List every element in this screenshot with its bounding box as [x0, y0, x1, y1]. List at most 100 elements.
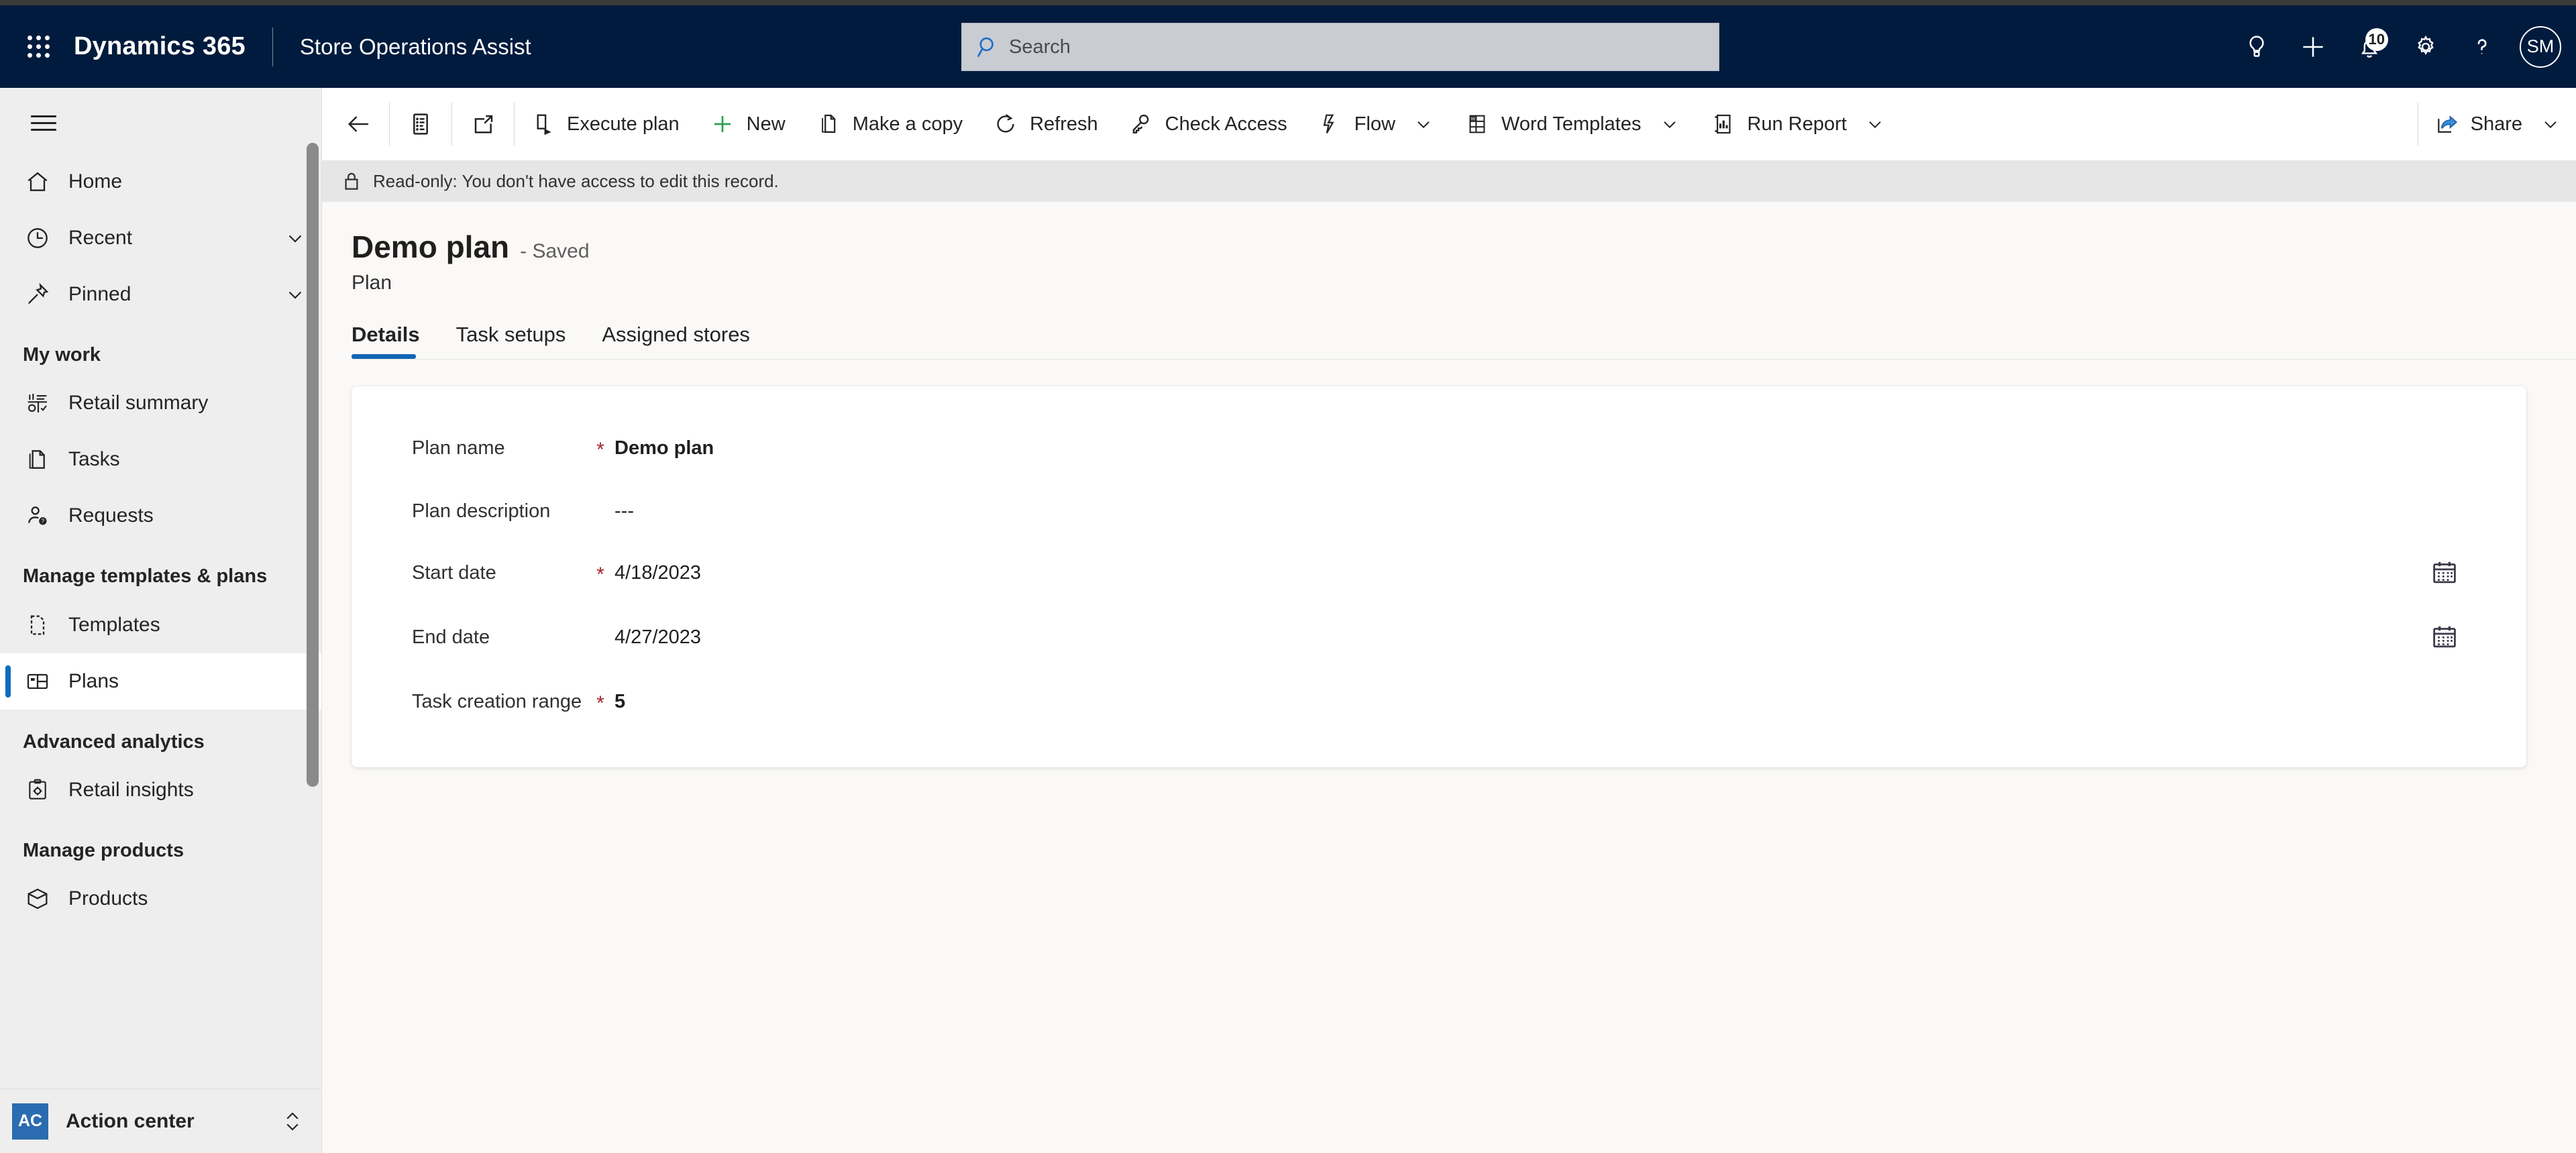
app-body: Home Recent Pinned My work Retail summar…	[0, 88, 2576, 1153]
readonly-banner: Read-only: You don't have access to edit…	[322, 160, 2576, 202]
action-center-label: Action center	[66, 1109, 195, 1132]
search-icon	[975, 34, 1001, 60]
header-divider	[272, 27, 273, 66]
sidebar-item-plans[interactable]: Plans	[0, 653, 321, 710]
field-value[interactable]: ---	[614, 496, 634, 523]
svg-text:?: ?	[42, 518, 45, 525]
field-value[interactable]: 4/27/2023	[614, 622, 701, 649]
brand-dynamics365[interactable]: Dynamics 365	[74, 32, 246, 61]
chevron-down-icon[interactable]	[2540, 113, 2561, 135]
sidebar-item-home[interactable]: Home	[0, 154, 321, 210]
form-selector-button[interactable]	[390, 88, 451, 160]
sitemap-toggle-button[interactable]	[7, 92, 80, 154]
plans-icon	[23, 667, 52, 696]
tasks-icon	[23, 445, 52, 474]
sidebar-item-label: Products	[68, 887, 148, 910]
command-label: Run Report	[1747, 113, 1847, 135]
refresh-icon	[992, 111, 1019, 138]
retail-insights-icon	[23, 775, 52, 805]
check-access-button[interactable]: Check Access	[1113, 88, 1302, 160]
sidebar-group-my-work: My work	[23, 344, 101, 366]
up-down-chevron-icon[interactable]	[281, 1108, 304, 1135]
sidebar-item-tasks[interactable]: Tasks	[0, 431, 321, 488]
sidebar-item-products[interactable]: Products	[0, 871, 321, 927]
sidebar-item-templates[interactable]: Templates	[0, 597, 321, 653]
requests-icon: ?	[23, 501, 52, 531]
templates-icon	[23, 610, 52, 640]
lock-icon	[339, 169, 364, 193]
sidebar-group-manage-templates-plans: Manage templates & plans	[23, 565, 268, 588]
field-plan-description: Plan description ---	[352, 479, 2526, 541]
app-header: Dynamics 365 Store Operations Assist Sea…	[0, 5, 2576, 88]
field-value[interactable]: 4/18/2023	[614, 558, 701, 584]
new-button[interactable]: New	[694, 88, 800, 160]
sidebar-item-label: Requests	[68, 504, 154, 527]
command-bar: Execute plan New Make a copy Refresh Che…	[322, 88, 2576, 160]
page-title: Demo plan	[352, 229, 510, 264]
back-button[interactable]	[327, 88, 389, 160]
field-value[interactable]: 5	[614, 687, 625, 713]
sitemap-sidebar: Home Recent Pinned My work Retail summar…	[0, 88, 322, 1153]
command-label: Flow	[1354, 113, 1396, 135]
settings-gear-icon[interactable]	[2398, 19, 2454, 75]
action-center-switcher[interactable]: AC Action center	[0, 1089, 321, 1153]
tab-details[interactable]: Details	[352, 323, 436, 359]
form-content: Demo plan - Saved Plan Details Task setu…	[322, 202, 2576, 1153]
tab-task-setups[interactable]: Task setups	[456, 323, 582, 359]
chevron-down-icon[interactable]	[284, 283, 307, 306]
run-report-button[interactable]: Run Report	[1695, 88, 1900, 160]
home-icon	[23, 167, 52, 197]
sidebar-item-label: Retail insights	[68, 778, 194, 801]
notifications-icon[interactable]: 10	[2341, 19, 2398, 75]
popout-button[interactable]	[452, 88, 514, 160]
chevron-down-icon[interactable]	[284, 227, 307, 250]
field-value[interactable]: Demo plan	[614, 433, 714, 459]
svg-text:W: W	[1471, 115, 1476, 121]
app-launcher-waffle-icon[interactable]	[12, 21, 64, 73]
global-search[interactable]	[961, 23, 1719, 71]
retail-summary-icon	[23, 388, 52, 418]
execute-plan-button[interactable]: Execute plan	[515, 88, 694, 160]
refresh-button[interactable]: Refresh	[977, 88, 1113, 160]
field-end-date: End date 4/27/2023	[352, 605, 2526, 669]
sidebar-item-recent[interactable]: Recent	[0, 210, 321, 266]
record-header: Demo plan - Saved Plan	[322, 202, 2576, 294]
sidebar-group-advanced-analytics: Advanced analytics	[23, 730, 205, 753]
sidebar-item-pinned[interactable]: Pinned	[0, 266, 321, 323]
tabs-divider	[352, 359, 2576, 360]
sidebar-item-label: Plans	[68, 669, 119, 692]
app-name: Store Operations Assist	[299, 34, 531, 59]
sidebar-item-requests[interactable]: ? Requests	[0, 488, 321, 544]
share-button[interactable]: Share	[2418, 88, 2576, 160]
make-a-copy-button[interactable]: Make a copy	[800, 88, 977, 160]
sidebar-scrollbar[interactable]	[307, 143, 319, 787]
products-icon	[23, 884, 52, 914]
required-marker-placeholder	[586, 496, 614, 502]
search-input[interactable]	[1009, 36, 1705, 58]
help-icon[interactable]	[2454, 19, 2510, 75]
flow-button[interactable]: Flow	[1302, 88, 1449, 160]
chevron-down-icon[interactable]	[1659, 113, 1680, 135]
chevron-down-icon[interactable]	[1864, 113, 1886, 135]
quick-create-icon[interactable]	[2285, 19, 2341, 75]
sidebar-item-label: Tasks	[68, 448, 120, 471]
flow-icon	[1317, 111, 1344, 138]
required-marker: *	[596, 439, 604, 461]
field-task-creation-range: Task creation range * 5	[352, 669, 2526, 732]
user-avatar[interactable]: SM	[2520, 25, 2561, 68]
main-region: Execute plan New Make a copy Refresh Che…	[322, 88, 2576, 1153]
calendar-icon[interactable]	[2430, 558, 2459, 588]
word-templates-button[interactable]: W Word Templates	[1449, 88, 1695, 160]
details-card: Plan name * Demo plan Plan description -…	[352, 386, 2526, 767]
required-marker-placeholder	[586, 622, 614, 628]
calendar-icon[interactable]	[2430, 622, 2459, 652]
field-start-date: Start date * 4/18/2023	[352, 541, 2526, 605]
chevron-down-icon[interactable]	[1413, 113, 1434, 135]
tips-icon[interactable]	[2229, 19, 2285, 75]
sidebar-item-retail-insights[interactable]: Retail insights	[0, 762, 321, 818]
form-tabs: Details Task setups Assigned stores	[322, 323, 2576, 359]
tab-assigned-stores[interactable]: Assigned stores	[602, 323, 766, 359]
command-label: Word Templates	[1501, 113, 1642, 135]
sidebar-item-retail-summary[interactable]: Retail summary	[0, 375, 321, 431]
required-marker: *	[596, 563, 604, 586]
